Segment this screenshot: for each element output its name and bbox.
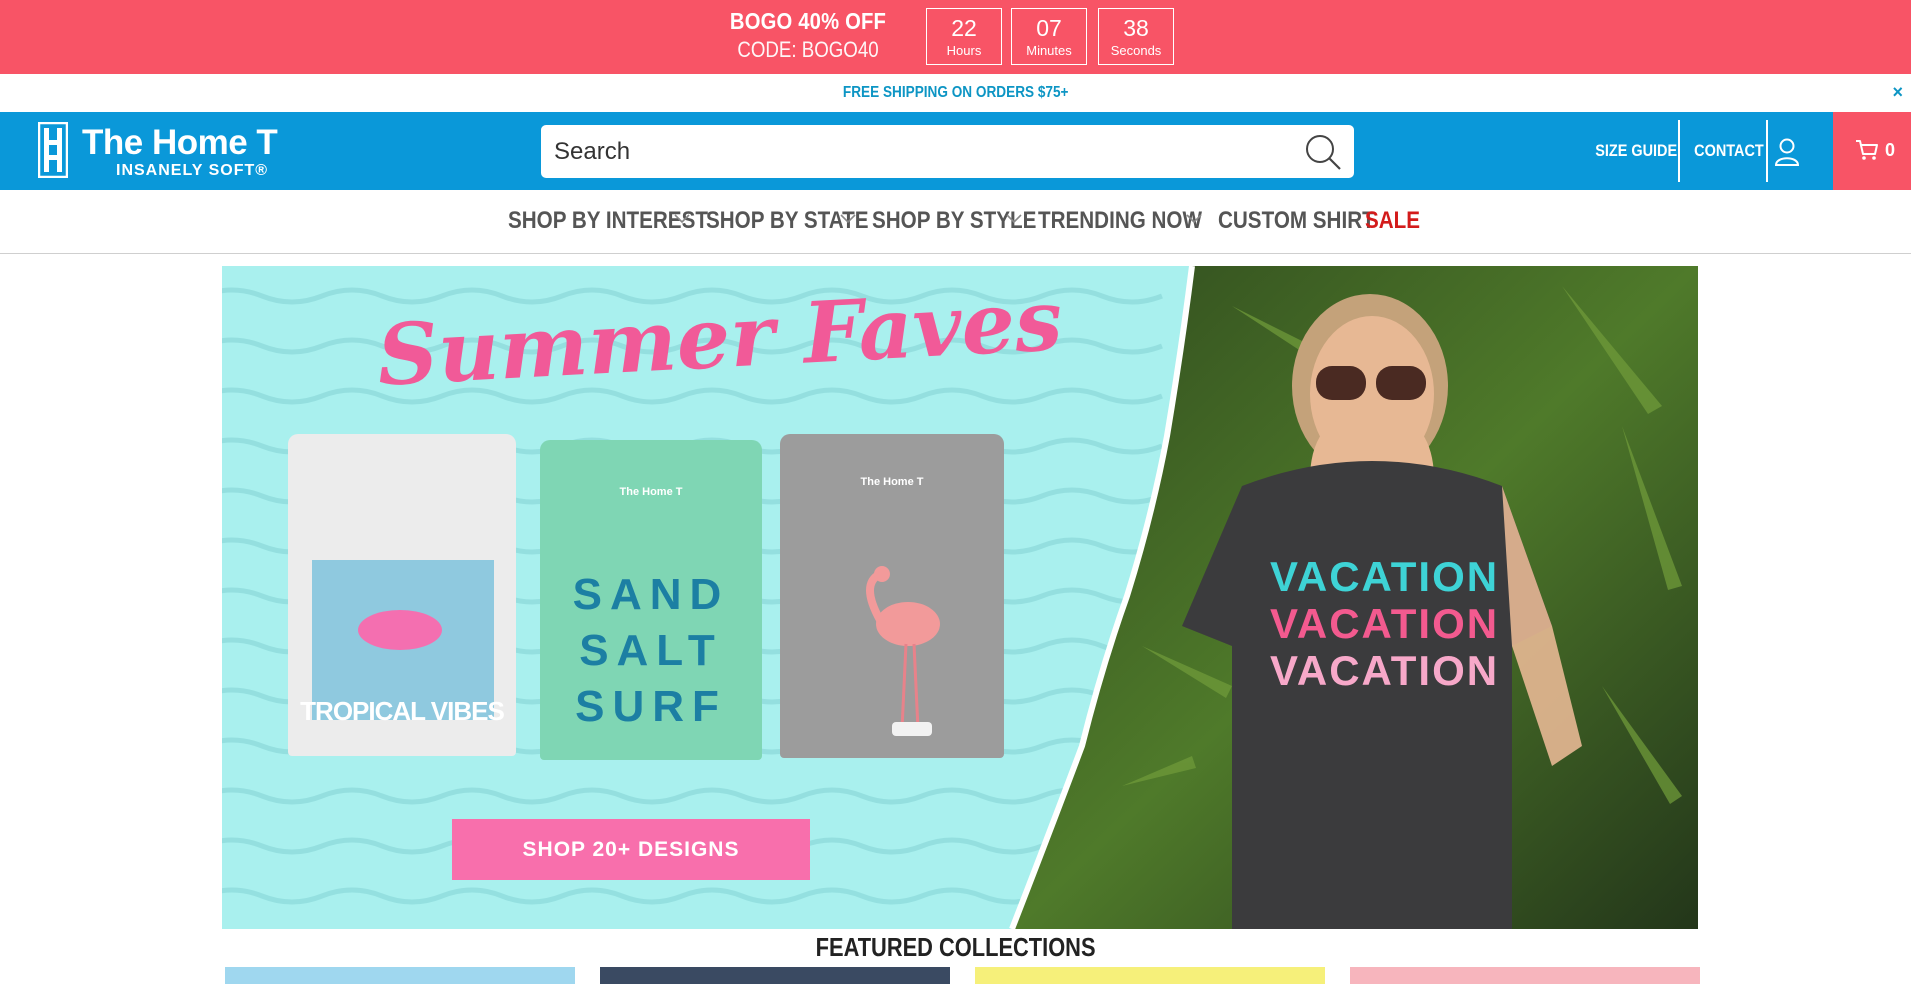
search-input[interactable] (541, 125, 1281, 178)
promo-code: CODE: BOGO40 (737, 37, 879, 62)
hero-banner[interactable]: Summer Faves TROPICAL VIBES The Home T S… (222, 266, 1698, 929)
logo-tagline: INSANELY SOFT® (116, 162, 269, 179)
account-icon[interactable] (1770, 136, 1804, 168)
collection-tile[interactable] (600, 967, 950, 984)
vacation-line: VACATION (1270, 553, 1500, 600)
nav-shop-by-state[interactable]: SHOP BY STATE (706, 190, 868, 252)
shirt-text: SAND (572, 570, 730, 619)
shipping-text: FREE SHIPPING ON ORDERS $75+ (842, 84, 1069, 101)
featured-collections-label: FEATURED COLLECTIONS (815, 932, 1096, 962)
logo[interactable]: The Home T INSANELY SOFT® (38, 122, 308, 180)
collection-tile[interactable] (1350, 967, 1700, 984)
chevron-down-icon (1186, 214, 1202, 224)
size-guide-link[interactable]: SIZE GUIDE (1588, 112, 1684, 190)
timer-seconds-value: 38 (1123, 15, 1149, 41)
timer-seconds: 38 Seconds (1098, 8, 1174, 65)
shirt-tropical-vibes: TROPICAL VIBES (288, 434, 516, 756)
site-header: The Home T INSANELY SOFT® SIZE GUIDE CON… (0, 112, 1911, 190)
header-divider (1678, 120, 1680, 182)
nav-sale[interactable]: SALE (1365, 190, 1420, 252)
size-guide-label: SIZE GUIDE (1595, 141, 1678, 160)
timer-hours: 22 Hours (926, 8, 1002, 65)
search-icon[interactable] (1302, 131, 1346, 173)
collection-tile[interactable] (975, 967, 1325, 984)
close-icon[interactable]: × (1892, 82, 1903, 102)
timer-hours-unit: Hours (946, 43, 982, 58)
chevron-down-icon (840, 214, 856, 224)
contact-label: CONTACT (1694, 141, 1764, 160)
nav-label: SALE (1365, 207, 1421, 234)
nav-label: CUSTOM SHIRT (1218, 207, 1375, 234)
shirt-text: SURF (575, 682, 727, 731)
nav-label: TRENDING NOW (1038, 207, 1202, 234)
shirt-flamingo: The Home T (780, 434, 1004, 758)
chevron-down-icon (674, 214, 690, 224)
shirt-brand-label: The Home T (619, 486, 683, 498)
nav-custom-shirt[interactable]: CUSTOM SHIRT (1218, 190, 1375, 252)
featured-collections-title: FEATURED COLLECTIONS (0, 930, 1911, 964)
flamingo-float-image (358, 610, 442, 650)
timer-minutes-value: 07 (1036, 15, 1062, 41)
search-bar (541, 125, 1354, 178)
main-nav: SHOP BY INTEREST SHOP BY STATE SHOP BY S… (0, 190, 1911, 254)
nav-shop-by-interest[interactable]: SHOP BY INTEREST (508, 190, 708, 252)
nav-trending-now[interactable]: TRENDING NOW (1038, 190, 1206, 252)
shirt-text: SALT (579, 626, 723, 675)
collection-tile[interactable] (225, 967, 575, 984)
contact-link[interactable]: CONTACT (1688, 112, 1770, 190)
nav-shop-by-style[interactable]: SHOP BY STYLE (872, 190, 1036, 252)
timer-minutes-unit: Minutes (1026, 43, 1072, 58)
header-divider (1766, 120, 1768, 182)
shirt-brand-label: The Home T (860, 476, 924, 488)
vacation-line: VACATION (1270, 600, 1500, 647)
cart-icon (1856, 140, 1878, 160)
promo-title: BOGO 40% OFF (729, 8, 887, 34)
chevron-down-icon (1006, 214, 1022, 224)
cart-count: 0 (1885, 140, 1896, 160)
promo-bar: BOGO 40% OFF CODE: BOGO40 22 Hours 07 Mi… (0, 0, 1911, 74)
logo-mark-icon (38, 122, 68, 178)
cart-button[interactable]: 0 (1833, 112, 1911, 190)
vacation-line: VACATION (1270, 647, 1500, 694)
flamingo-icon (866, 566, 940, 736)
shirt-text: TROPICAL VIBES (300, 696, 505, 726)
shop-designs-button[interactable]: SHOP 20+ DESIGNS (452, 819, 810, 880)
timer-minutes: 07 Minutes (1011, 8, 1087, 65)
model-shirt-text: VACATION VACATION VACATION (1270, 553, 1499, 694)
shipping-bar: FREE SHIPPING ON ORDERS $75+ × (0, 74, 1911, 112)
promo-text: BOGO 40% OFF CODE: BOGO40 (700, 7, 916, 65)
timer-seconds-unit: Seconds (1110, 43, 1162, 58)
shirt-sand-salt-surf: The Home T SAND SALT SURF (540, 440, 762, 760)
logo-name: The Home T (82, 123, 278, 162)
timer-hours-value: 22 (951, 15, 977, 41)
